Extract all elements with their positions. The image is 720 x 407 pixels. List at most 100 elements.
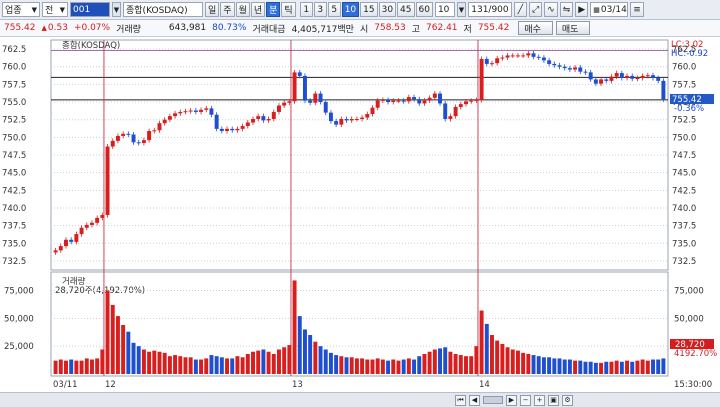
period-tab-3[interactable]: 월: [235, 2, 250, 17]
price-y-tick-right: 752.5: [672, 116, 696, 126]
period-tab-2[interactable]: 주: [220, 2, 235, 17]
chart-area[interactable]: 종합(KOSDAQ) LC:3.02 HC:-0.92 거래량 28,720주(…: [0, 38, 720, 407]
volume-bar: [427, 351, 432, 374]
candle-body: [74, 234, 79, 242]
volume-bar: [339, 356, 344, 374]
volume-bar: [173, 355, 178, 374]
settings-icon[interactable]: ⚙: [562, 394, 573, 406]
code-value: 001: [73, 4, 91, 15]
interval-tab-2[interactable]: 3: [313, 2, 327, 17]
volume-bar: [84, 358, 89, 374]
chevron-down-icon: ▼: [59, 5, 65, 14]
volume-bar: [422, 353, 427, 374]
code-input[interactable]: 001: [70, 2, 110, 17]
candle-body: [183, 111, 188, 113]
volume-bar: [110, 304, 115, 374]
layout-icon[interactable]: ▣: [548, 394, 559, 406]
interval-select[interactable]: 10: [434, 2, 455, 17]
candle-body: [282, 102, 287, 106]
interval-tab-4[interactable]: 10: [341, 2, 360, 17]
zoom-plus-icon[interactable]: +: [534, 394, 545, 406]
volume-bar: [489, 335, 494, 374]
volume-bar: [521, 352, 526, 374]
code-dropdown-button[interactable]: ▼: [112, 2, 121, 17]
buy-button[interactable]: 매수: [518, 21, 553, 35]
candle-body: [193, 110, 198, 112]
volume-bar: [167, 356, 172, 374]
date-field[interactable]: ▦ 03/14: [590, 2, 629, 17]
volume-bar: [188, 357, 193, 374]
volume-bar: [464, 356, 468, 374]
volume-percent: 80.73%: [212, 23, 247, 33]
volume-bar: [625, 360, 630, 374]
candle-body: [339, 118, 344, 125]
scroll-first-icon[interactable]: ⏮: [455, 394, 466, 406]
buy-label: 매수: [524, 24, 541, 35]
period-tab-1[interactable]: 일: [205, 2, 220, 17]
zoom-out-icon[interactable]: ∿: [544, 2, 558, 17]
zoom-minus-icon[interactable]: −: [520, 394, 531, 406]
volume-bar: [240, 357, 245, 374]
draw-line-icon[interactable]: ╱: [513, 2, 527, 17]
period-tab-5[interactable]: 분: [266, 2, 281, 17]
scroll-bar: ⏮ ◀ ▶ − + ▣ ⚙: [0, 392, 720, 407]
period-tab-6[interactable]: 틱: [281, 2, 296, 17]
interval-tab-7[interactable]: 45: [397, 2, 415, 17]
candle-body: [230, 128, 235, 131]
scroll-track[interactable]: [483, 396, 503, 404]
candle-body: [593, 79, 598, 84]
interval-tab-3[interactable]: 5: [327, 2, 341, 17]
volume-bar: [635, 360, 640, 374]
volume-bar: [199, 359, 204, 374]
candle-body: [515, 55, 520, 57]
candle-body: [391, 100, 396, 103]
candle-body: [531, 53, 536, 57]
zoom-in-icon[interactable]: ⇋: [559, 2, 574, 17]
candle-body: [422, 100, 427, 104]
volume-bar: [474, 346, 479, 374]
price-y-tick-left: 760.0: [2, 63, 26, 73]
trend-icon[interactable]: ⤢: [528, 2, 543, 17]
volume-bar: [375, 358, 380, 374]
options-icon[interactable]: ≡: [630, 2, 644, 17]
volume-bar: [292, 280, 297, 374]
interval-dropdown-button[interactable]: ▼: [456, 2, 466, 17]
price-y-tick-right: 735.0: [672, 239, 696, 249]
candle-body: [541, 57, 546, 61]
interval-tab-6[interactable]: 30: [378, 2, 397, 17]
volume-bar: [115, 316, 120, 374]
category-select[interactable]: 업종 ▼: [2, 2, 40, 17]
market-select[interactable]: 전 ▼: [42, 2, 68, 17]
candle-body: [432, 93, 437, 98]
candle-body: [464, 101, 468, 105]
period-tab-4[interactable]: 년: [250, 2, 266, 17]
volume-bar: [417, 356, 422, 374]
candle-body: [656, 78, 661, 81]
x-axis-labels: 03/11 12 13 14: [53, 380, 490, 390]
volume-bar: [645, 360, 650, 374]
volume-bar: [334, 355, 339, 374]
x-axis-tick: 14: [479, 380, 490, 390]
amount-value: 4,405,717백만: [291, 24, 354, 35]
replay-icon[interactable]: ▶: [575, 2, 589, 17]
volume-bar: [282, 347, 287, 374]
candle-body: [380, 99, 385, 101]
price-y-tick-left: 737.5: [2, 222, 26, 232]
scroll-next-icon[interactable]: ▶: [506, 394, 517, 406]
scroll-prev-icon[interactable]: ◀: [469, 394, 480, 406]
candlestick-chart[interactable]: 종합(KOSDAQ) LC:3.02 HC:-0.92 거래량 28,720주(…: [0, 38, 720, 392]
candle-body: [552, 63, 557, 66]
candle-body: [417, 99, 422, 104]
high-value: 762.41: [426, 23, 458, 33]
volume-bar: [661, 358, 666, 374]
volume-bar: [401, 359, 406, 374]
interval-tab-1[interactable]: 1: [299, 2, 313, 17]
sell-button[interactable]: 매도: [555, 21, 591, 35]
volume-bar: [526, 353, 531, 374]
count-field[interactable]: 131/900: [467, 2, 512, 17]
interval-tab-5[interactable]: 15: [360, 2, 378, 17]
interval-tab-8[interactable]: 60: [415, 2, 433, 17]
candle-body: [427, 97, 432, 101]
volume-bar: [583, 361, 588, 374]
volume-bar: [344, 357, 349, 374]
